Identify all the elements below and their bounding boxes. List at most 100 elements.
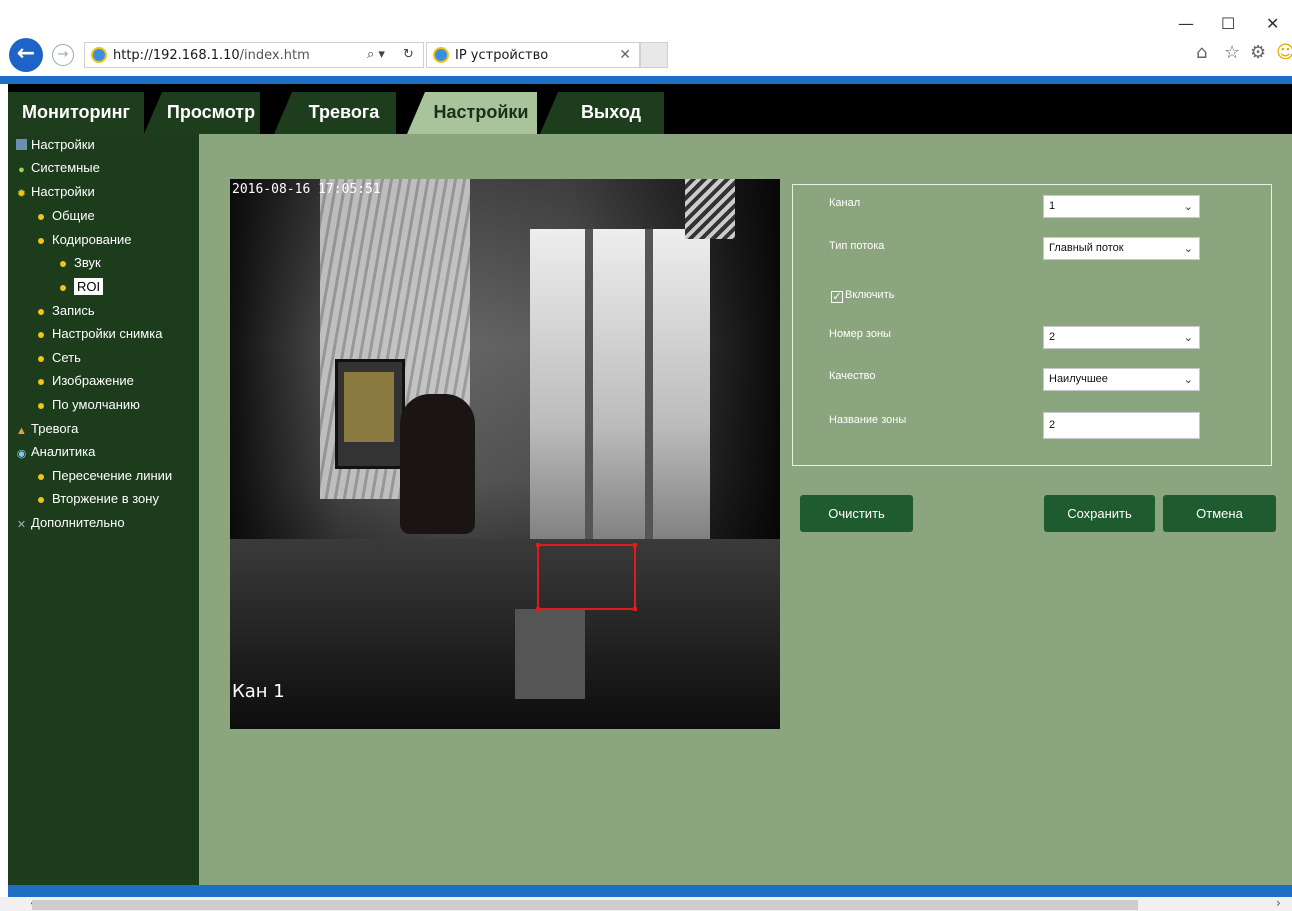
browser-chrome: — ☐ ✕ ← → http://192.168.1.10/index.htm … [0,0,1292,84]
stream-type-label: Тип потока [829,240,885,252]
bell-icon: ▲ [16,425,27,437]
roi-zone-rect[interactable] [536,543,637,611]
browser-tab[interactable]: IP устройство ✕ [426,42,640,68]
sidebar-item-settings-root[interactable]: Настройки [16,134,95,156]
tab-settings[interactable]: Настройки [407,92,537,134]
horizontal-scrollbar[interactable]: ‹ › [0,896,1292,911]
sidebar-item-encoding[interactable]: Кодирование [38,229,132,251]
bullet-icon [38,237,44,244]
ie-logo-icon [91,47,107,63]
search-icon[interactable]: ⌕ ▾ [367,47,385,62]
settings-icon [16,139,27,150]
scroll-right-icon[interactable]: › [1276,896,1281,910]
sidebar-item-alarm[interactable]: ▲ Тревога [16,418,78,440]
enable-label: Включить [845,289,895,301]
video-preview[interactable]: 2016-08-16 17:05:51 Кан 1 [230,179,780,729]
bullet-icon [38,402,44,409]
tab-playback[interactable]: Просмотр [144,92,260,134]
sidebar-item-audio[interactable]: Звук [60,252,101,274]
back-icon[interactable]: ← [9,38,43,72]
quality-label: Качество [829,370,876,382]
top-nav: Мониторинг Просмотр Тревога Настройки Вы… [8,84,1292,134]
gear-icon[interactable]: ⚙ [1250,42,1266,63]
enable-checkbox[interactable]: ✓ [831,291,843,303]
bullet-icon [38,473,44,480]
zone-name-input[interactable]: 2 [1043,412,1200,439]
chevron-down-icon: ⌄ [1183,373,1193,386]
smiley-icon[interactable]: ☺ [1276,42,1292,63]
tools-icon: ✕ [16,519,27,531]
roi-handle[interactable] [536,543,540,547]
enable-checkbox-wrap[interactable]: ✓ Включить [831,289,894,303]
new-tab-button[interactable] [640,42,668,68]
bottom-strip [8,885,1292,897]
sidebar-item-analytics[interactable]: ◉ Аналитика [16,441,96,463]
gear-icon: ✹ [16,188,27,200]
sidebar: Настройки ● Системные ✹ Настройки Общие Ко… [8,134,199,885]
quality-select[interactable]: Наилучшее ⌄ [1043,368,1200,391]
tab-logout[interactable]: Выход [540,92,664,134]
tab-close-icon[interactable]: ✕ [619,46,631,63]
sidebar-item-snapshot[interactable]: Настройки снимка [38,323,162,345]
tab-monitoring[interactable]: Мониторинг [8,92,144,134]
bullet-icon [38,308,44,315]
scene-person [400,394,475,534]
chevron-down-icon: ⌄ [1183,200,1193,213]
forward-icon[interactable]: → [52,44,74,66]
chevron-down-icon: ⌄ [1183,242,1193,255]
save-button[interactable]: Сохранить [1044,495,1155,532]
star-icon[interactable]: ☆ [1224,42,1240,63]
sidebar-item-line-crossing[interactable]: Пересечение линии [38,465,172,487]
maximize-icon[interactable]: ☐ [1221,14,1235,33]
scene-box [515,609,585,699]
ie-logo-icon [433,47,449,63]
osd-channel: Кан 1 [232,681,285,702]
chevron-down-icon: ⌄ [1183,331,1193,344]
bullet-icon [38,355,44,362]
clear-button[interactable]: Очистить [800,495,913,532]
channel-label: Канал [829,197,861,209]
close-window-icon[interactable]: ✕ [1266,14,1279,33]
roi-handle[interactable] [536,607,540,611]
channel-select[interactable]: 1 ⌄ [1043,195,1200,218]
zone-number-select[interactable]: 2 ⌄ [1043,326,1200,349]
scene-monitor [335,359,405,469]
sidebar-item-general[interactable]: Общие [38,205,95,227]
content-area: 2016-08-16 17:05:51 Кан 1 Канал 1 ⌄ Тип … [199,134,1292,885]
scrollbar-thumb[interactable] [32,900,1138,910]
bullet-icon [60,284,66,291]
minimize-icon[interactable]: — [1178,14,1194,33]
sidebar-item-roi[interactable]: ROI [60,276,104,298]
tab-alarm[interactable]: Тревога [274,92,396,134]
bullet-icon [38,331,44,338]
sidebar-item-image[interactable]: Изображение [38,370,134,392]
roi-handle[interactable] [633,607,637,611]
sidebar-item-record[interactable]: Запись [38,300,95,322]
system-icon: ● [18,164,25,176]
tab-title: IP устройство [455,48,549,63]
osd-timestamp: 2016-08-16 17:05:51 [232,182,381,197]
bullet-icon [38,496,44,503]
home-icon[interactable]: ⌂ [1196,42,1207,63]
sidebar-item-network[interactable]: Сеть [38,347,81,369]
zone-number-label: Номер зоны [829,328,891,340]
zone-name-label: Название зоны [829,414,907,426]
sidebar-item-default[interactable]: По умолчанию [38,394,140,416]
roi-settings-panel: Канал 1 ⌄ Тип потока Главный поток ⌄ ✓ Вк… [792,184,1272,466]
analytics-icon: ◉ [16,448,27,460]
address-bar[interactable]: http://192.168.1.10/index.htm ⌕ ▾ ↻ [84,42,424,68]
sidebar-item-intrusion[interactable]: Вторжение в зону [38,488,159,510]
scene-lamp [685,179,735,239]
bullet-icon [60,260,66,267]
scene-window [530,229,710,559]
address-url: http://192.168.1.10/index.htm [113,48,310,63]
cancel-button[interactable]: Отмена [1163,495,1276,532]
stream-type-select[interactable]: Главный поток ⌄ [1043,237,1200,260]
bullet-icon [38,213,44,220]
sidebar-item-settings[interactable]: ✹ Настройки [16,181,95,203]
bullet-icon [38,378,44,385]
refresh-icon[interactable]: ↻ [403,47,414,62]
sidebar-item-system[interactable]: ● Системные [16,157,100,179]
roi-handle[interactable] [633,543,637,547]
sidebar-item-advanced[interactable]: ✕ Дополнительно [16,512,125,534]
